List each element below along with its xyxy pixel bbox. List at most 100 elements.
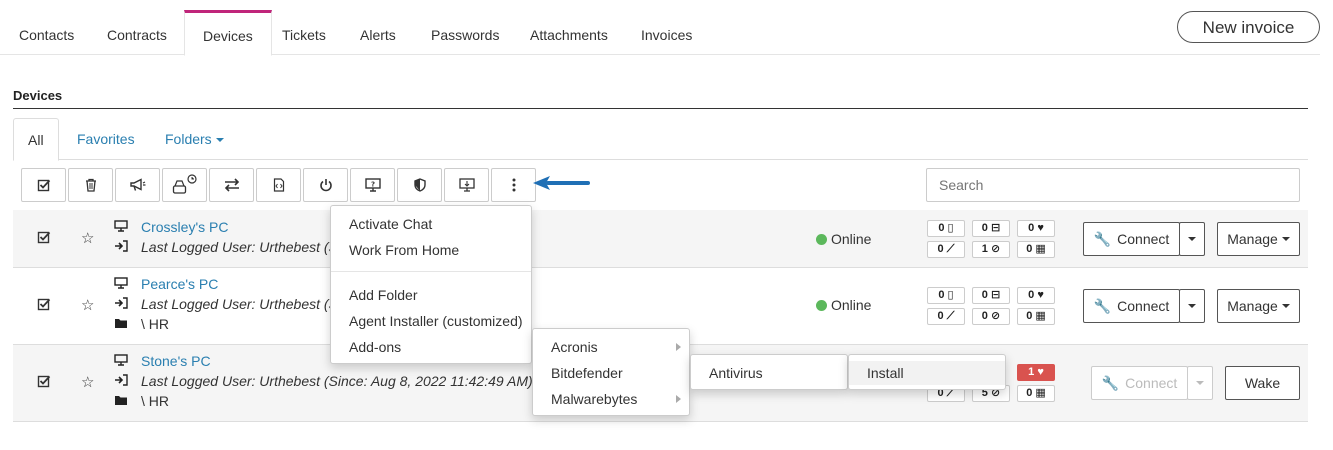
checkbox-icon[interactable] bbox=[37, 297, 51, 314]
broadcast-button[interactable] bbox=[115, 168, 160, 202]
apps-count-badge: 0 ▦ bbox=[1017, 385, 1055, 402]
favorite-star-icon[interactable]: ☆ bbox=[81, 296, 94, 314]
transfer-icon bbox=[224, 178, 239, 192]
tab-folders[interactable]: Folders bbox=[151, 118, 238, 160]
tab-tickets[interactable]: Tickets bbox=[264, 10, 344, 55]
apps-count-badge: 0 ▦ bbox=[1017, 241, 1055, 258]
wrench-icon: 🔧 bbox=[1101, 374, 1120, 391]
run-script-button[interactable] bbox=[256, 168, 301, 202]
folder-line: \ HR bbox=[113, 393, 169, 413]
health-alert-badge: 1 ♥ bbox=[1017, 364, 1055, 381]
drive-clock-icon bbox=[172, 174, 197, 194]
connect-dropdown-button[interactable] bbox=[1179, 222, 1205, 256]
wrench-icon: 🔧 bbox=[1093, 230, 1112, 247]
more-vertical-icon bbox=[512, 178, 515, 192]
chevron-down-icon bbox=[1281, 237, 1290, 241]
menu-item-agent-installer[interactable]: Agent Installer (customized) bbox=[331, 309, 531, 333]
table-row[interactable]: ☆ Crossley's PC Last Logged User: Urtheb… bbox=[13, 210, 1308, 268]
login-icon bbox=[113, 240, 129, 255]
status-badge: Online bbox=[816, 297, 871, 313]
checkbox-icon[interactable] bbox=[37, 230, 51, 247]
device-name-line: Stone's PC bbox=[113, 353, 211, 373]
connect-button[interactable]: 🔧 Connect bbox=[1083, 222, 1180, 256]
device-link[interactable]: Crossley's PC bbox=[141, 219, 228, 235]
add-ons-submenu: Acronis Bitdefender Malwarebytes bbox=[532, 328, 690, 416]
tab-attachments[interactable]: Attachments bbox=[512, 10, 626, 55]
online-dot-icon bbox=[816, 300, 827, 311]
tab-alerts[interactable]: Alerts bbox=[342, 10, 414, 55]
power-button[interactable] bbox=[303, 168, 348, 202]
tab-devices[interactable]: Devices bbox=[184, 10, 272, 56]
bitdefender-submenu: Antivirus bbox=[690, 354, 848, 390]
connect-button[interactable]: 🔧 Connect bbox=[1091, 366, 1188, 400]
device-sub-tabs: All Favorites Folders bbox=[13, 118, 1308, 161]
download-monitor-icon bbox=[458, 178, 475, 192]
drive-count-badge: 0 ⊟ bbox=[972, 220, 1010, 237]
health-count-badge: 0 ♥ bbox=[1017, 287, 1055, 304]
login-icon bbox=[113, 297, 129, 312]
chevron-down-icon bbox=[1281, 304, 1290, 308]
menu-item-add-ons[interactable]: Add-ons bbox=[331, 335, 531, 359]
menu-item-bitdefender[interactable]: Bitdefender bbox=[533, 361, 689, 385]
tab-invoices[interactable]: Invoices bbox=[623, 10, 710, 55]
building-count-badge: 0 ▯ bbox=[927, 220, 965, 237]
section-title: Devices bbox=[13, 88, 63, 103]
menu-item-work-from-home[interactable]: Work From Home bbox=[331, 238, 531, 262]
tab-all-label: All bbox=[28, 132, 44, 148]
drive-schedule-button[interactable] bbox=[162, 168, 207, 202]
transfer-button[interactable] bbox=[209, 168, 254, 202]
wrench-icon: 🔧 bbox=[1093, 297, 1112, 314]
folder-icon bbox=[113, 394, 129, 409]
menu-item-activate-chat[interactable]: Activate Chat bbox=[331, 212, 531, 236]
menu-item-malwarebytes[interactable]: Malwarebytes bbox=[533, 387, 689, 411]
security-button[interactable] bbox=[397, 168, 442, 202]
tab-all[interactable]: All bbox=[13, 118, 59, 161]
device-name-line: Pearce's PC bbox=[113, 276, 218, 296]
health-count-badge: 0 ♥ bbox=[1017, 220, 1055, 237]
last-user-line: Last Logged User: Urthebest (Sinc bbox=[113, 296, 356, 316]
patch-count-badge: 1 ⊘ bbox=[972, 241, 1010, 258]
favorite-star-icon[interactable]: ☆ bbox=[81, 229, 94, 247]
device-link[interactable]: Pearce's PC bbox=[141, 276, 218, 292]
checkbox-icon[interactable] bbox=[37, 374, 51, 391]
delete-button[interactable] bbox=[68, 168, 113, 202]
menu-item-install[interactable]: Install bbox=[849, 361, 1005, 385]
manage-button[interactable]: Manage bbox=[1217, 222, 1300, 256]
drive-count-badge: 0 ⊟ bbox=[972, 287, 1010, 304]
tab-contracts[interactable]: Contracts bbox=[89, 10, 185, 55]
manage-button[interactable]: Manage bbox=[1217, 289, 1300, 323]
remote-help-button[interactable]: ? bbox=[350, 168, 395, 202]
search-input[interactable] bbox=[926, 168, 1300, 202]
menu-item-acronis[interactable]: Acronis bbox=[533, 335, 689, 359]
tab-contacts[interactable]: Contacts bbox=[1, 10, 92, 55]
status-text: Online bbox=[831, 297, 872, 313]
connect-dropdown-button[interactable] bbox=[1179, 289, 1205, 323]
new-invoice-button[interactable]: New invoice bbox=[1177, 11, 1320, 43]
apps-count-badge: 0 ▦ bbox=[1017, 308, 1055, 325]
desktop-icon bbox=[113, 220, 129, 235]
menu-item-add-folder[interactable]: Add Folder bbox=[331, 283, 531, 307]
connect-button[interactable]: 🔧 Connect bbox=[1083, 289, 1180, 323]
select-all-button[interactable] bbox=[21, 168, 66, 202]
last-user-text: Last Logged User: Urthebest (Sinc bbox=[141, 296, 356, 312]
more-actions-button[interactable] bbox=[491, 168, 536, 202]
tab-passwords[interactable]: Passwords bbox=[413, 10, 517, 55]
check-all-icon bbox=[37, 179, 50, 192]
folder-path: \ HR bbox=[141, 316, 169, 332]
connect-dropdown-button[interactable] bbox=[1187, 366, 1213, 400]
favorite-star-icon[interactable]: ☆ bbox=[81, 373, 94, 391]
menu-item-antivirus[interactable]: Antivirus bbox=[691, 361, 847, 385]
last-user-line: Last Logged User: Urthebest (Sinc bbox=[113, 239, 356, 259]
last-user-line: Last Logged User: Urthebest (Since: Aug … bbox=[113, 373, 533, 393]
building-count-badge: 0 ▯ bbox=[927, 287, 965, 304]
svg-text:?: ? bbox=[370, 181, 374, 189]
wake-button[interactable]: Wake bbox=[1225, 366, 1300, 400]
online-dot-icon bbox=[816, 234, 827, 245]
megaphone-icon bbox=[129, 178, 145, 191]
device-link[interactable]: Stone's PC bbox=[141, 353, 211, 369]
patch-count-badge: 0 ⊘ bbox=[972, 308, 1010, 325]
section-divider bbox=[13, 108, 1308, 109]
remote-help-icon: ? bbox=[364, 178, 381, 192]
deploy-button[interactable] bbox=[444, 168, 489, 202]
tab-favorites[interactable]: Favorites bbox=[63, 118, 149, 160]
